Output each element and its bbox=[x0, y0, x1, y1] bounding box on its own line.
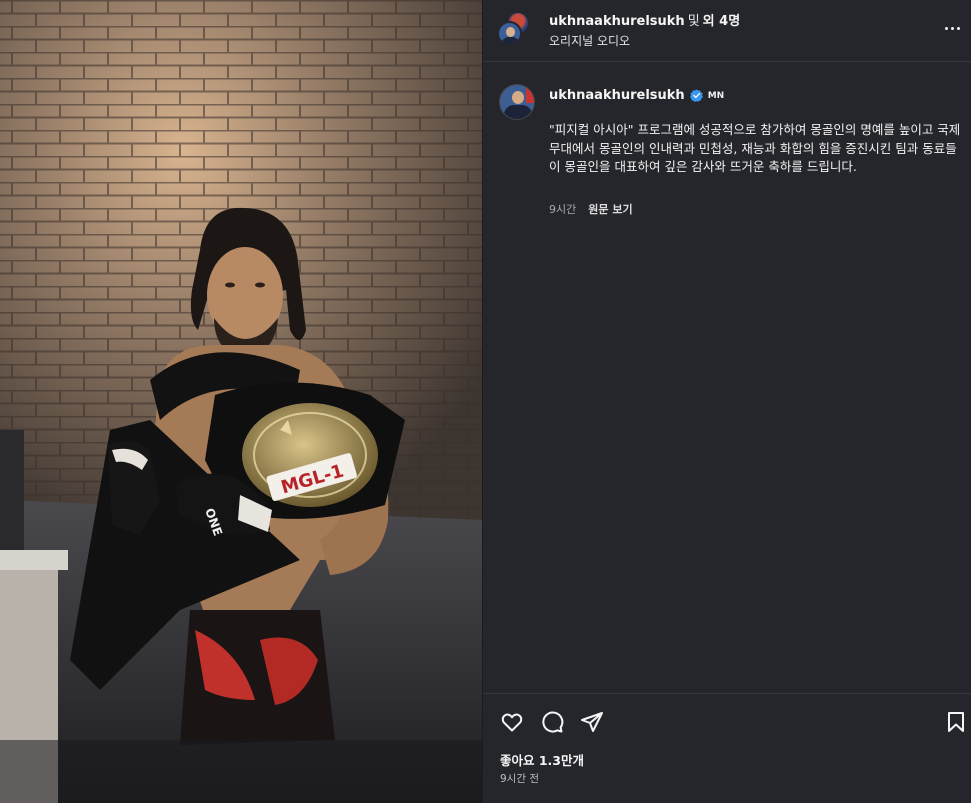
collab-names: ukhnaakhurelsukh 및 외 4명 bbox=[549, 10, 740, 29]
share-icon[interactable] bbox=[580, 710, 604, 734]
post-time: 9시간 전 bbox=[500, 773, 539, 785]
original-audio-link[interactable]: 오리지널 오디오 bbox=[549, 32, 630, 49]
author-username-link[interactable]: ukhnaakhurelsukh bbox=[549, 14, 685, 29]
others-link[interactable]: 외 4명 bbox=[703, 14, 741, 29]
caption-meta: 9시간 원문 보기 bbox=[549, 201, 633, 217]
caption-username-link[interactable]: ukhnaakhurelsukh bbox=[549, 88, 685, 103]
comment-icon[interactable] bbox=[540, 710, 564, 734]
caption-author-avatar[interactable] bbox=[499, 84, 535, 120]
post-photo: MGL-1 ONE bbox=[0, 0, 482, 803]
see-original-button[interactable]: 원문 보기 bbox=[588, 203, 632, 216]
heart-icon[interactable] bbox=[500, 710, 524, 734]
post-header: ukhnaakhurelsukh 및 외 4명 오리지널 오디오 bbox=[483, 0, 971, 62]
collab-avatars[interactable] bbox=[497, 12, 531, 48]
post-media[interactable]: MGL-1 ONE bbox=[0, 0, 482, 803]
post-details-panel: ukhnaakhurelsukh 및 외 4명 오리지널 오디오 ukhnaakhu… bbox=[482, 0, 971, 803]
caption-header: ukhnaakhurelsukh MN bbox=[549, 88, 724, 103]
caption-time: 9시간 bbox=[549, 203, 577, 216]
more-options-icon[interactable] bbox=[942, 18, 962, 38]
country-tag: MN bbox=[707, 90, 725, 101]
likes-count[interactable]: 좋아요 1.3만개 bbox=[500, 750, 584, 769]
verified-badge-icon bbox=[689, 89, 703, 102]
bookmark-icon[interactable] bbox=[944, 710, 968, 734]
action-bar: 좋아요 1.3만개 9시간 전 bbox=[483, 693, 971, 803]
caption-text: "피지컬 아시아" 프로그램에 성공적으로 참가하여 몽골인의 명예를 높이고 … bbox=[549, 122, 961, 174]
and-joiner: 및 bbox=[687, 14, 700, 29]
author-avatar bbox=[497, 21, 522, 46]
